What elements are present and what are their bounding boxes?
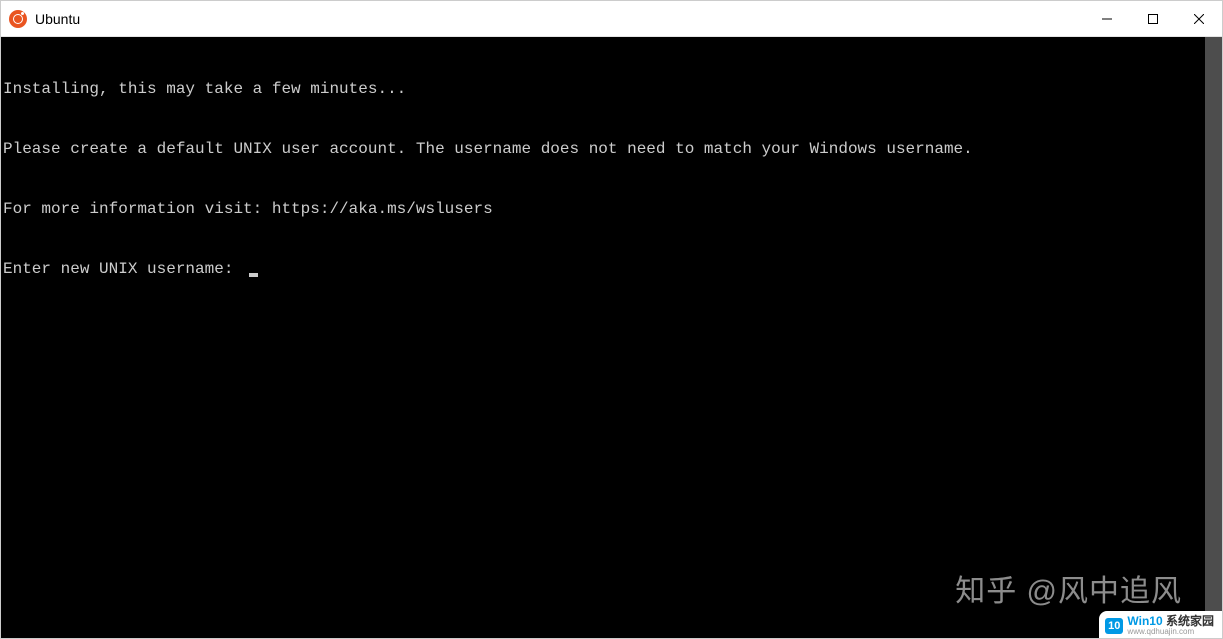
cursor-icon	[249, 273, 258, 277]
content-area: Installing, this may take a few minutes.…	[1, 37, 1222, 638]
terminal-line: Installing, this may take a few minutes.…	[3, 79, 1203, 99]
minimize-icon	[1102, 14, 1112, 24]
terminal[interactable]: Installing, this may take a few minutes.…	[1, 37, 1205, 638]
titlebar[interactable]: Ubuntu	[1, 1, 1222, 37]
close-icon	[1194, 14, 1204, 24]
window-title: Ubuntu	[35, 11, 80, 27]
minimize-button[interactable]	[1084, 1, 1130, 36]
terminal-line: For more information visit: https://aka.…	[3, 199, 1203, 219]
maximize-button[interactable]	[1130, 1, 1176, 36]
maximize-icon	[1148, 14, 1158, 24]
window-controls	[1084, 1, 1222, 36]
terminal-line: Please create a default UNIX user accoun…	[3, 139, 1203, 159]
scrollbar[interactable]	[1205, 37, 1222, 638]
close-button[interactable]	[1176, 1, 1222, 36]
app-window: Ubuntu Installing, this may	[0, 0, 1223, 639]
prompt-line: Enter new UNIX username:	[3, 259, 1203, 279]
scrollbar-thumb[interactable]	[1205, 37, 1222, 638]
titlebar-left: Ubuntu	[1, 10, 80, 28]
prompt-text: Enter new UNIX username:	[3, 259, 243, 279]
ubuntu-icon	[9, 10, 27, 28]
